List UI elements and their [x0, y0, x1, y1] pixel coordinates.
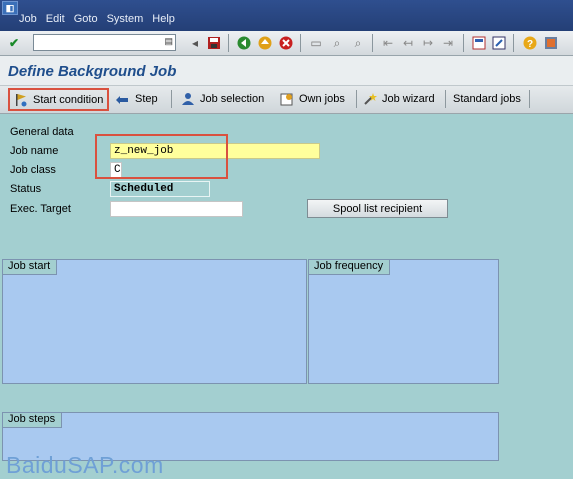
start-condition-label: Start condition [33, 93, 104, 106]
history-icon[interactable]: ▤ [164, 36, 173, 47]
toolbar-separator [372, 34, 373, 52]
menu-help[interactable]: Help [152, 13, 175, 25]
job-selection-label: Job selection [200, 93, 265, 105]
print-icon[interactable]: ▭ [308, 35, 324, 51]
layout-icon[interactable] [543, 35, 559, 51]
toolbar-separator [463, 34, 464, 52]
job-frequency-group: Job frequency [308, 259, 499, 384]
job-class-label: Job class [10, 164, 56, 176]
toolbar-separator [513, 34, 514, 52]
standard-toolbar: ✔ ▤ ◂ ▭ ⌕ ⌕ ⇤ ↤ ↦ ⇥ ? [0, 31, 573, 56]
shortcut-icon[interactable] [491, 35, 507, 51]
first-page-icon[interactable]: ⇤ [380, 35, 396, 51]
prev-page-icon[interactable]: ↤ [400, 35, 416, 51]
annotation-highlight [95, 134, 228, 179]
standard-jobs-button[interactable]: Standard jobs [450, 89, 524, 109]
job-name-label: Job name [10, 145, 59, 157]
status-label: Status [10, 183, 42, 195]
next-page-icon[interactable]: ↦ [420, 35, 436, 51]
wizard-wand-icon [362, 91, 378, 107]
find-icon[interactable]: ⌕ [329, 35, 345, 51]
standard-jobs-label: Standard jobs [453, 93, 521, 105]
command-input[interactable] [34, 35, 164, 50]
toolbar-separator [171, 90, 172, 108]
job-wizard-label: Job wizard [382, 93, 435, 105]
status-value: Scheduled [110, 181, 210, 197]
job-start-group: Job start [2, 259, 307, 384]
exec-target-label: Exec. Target [10, 203, 71, 215]
save-icon[interactable] [206, 35, 222, 51]
menu-goto[interactable]: Goto [74, 13, 98, 25]
collapse-icon[interactable]: ◂ [187, 35, 203, 51]
new-session-icon[interactable] [471, 35, 487, 51]
enter-icon[interactable]: ✔ [6, 35, 22, 51]
job-start-title: Job start [3, 260, 58, 275]
toolbar-separator [300, 34, 301, 52]
menu-edit[interactable]: Edit [46, 13, 65, 25]
toolbar-separator [445, 90, 446, 108]
menu-job[interactable]: Job [19, 13, 37, 25]
person-icon [180, 91, 196, 107]
watermark-text: BaiduSAP.com [6, 452, 164, 478]
toolbar-separator [356, 90, 357, 108]
start-flag-icon [13, 92, 29, 108]
menu-items: Job Edit Goto System Help [14, 13, 179, 25]
application-toolbar: Start condition Step Job selection Own j… [0, 86, 573, 114]
exit-icon[interactable] [257, 35, 273, 51]
command-field[interactable]: ▤ [33, 34, 176, 51]
general-data-heading: General data [10, 126, 74, 138]
title-bar: Define Background Job [0, 56, 573, 86]
cancel-icon[interactable] [278, 35, 294, 51]
job-selection-button[interactable]: Job selection [177, 89, 267, 109]
toolbar-separator [228, 34, 229, 52]
svg-text:?: ? [527, 39, 533, 50]
step-icon [115, 91, 131, 107]
spool-list-recipient-button[interactable]: Spool list recipient [307, 199, 448, 218]
exec-target-input[interactable] [110, 201, 243, 217]
menu-bar: ◧ Job Edit Goto System Help [0, 0, 573, 31]
job-wizard-button[interactable]: Job wizard [359, 89, 438, 109]
job-steps-title: Job steps [3, 413, 63, 428]
start-condition-button[interactable]: Start condition [8, 88, 109, 111]
toolbar-separator [529, 90, 530, 108]
help-icon[interactable]: ? [522, 35, 538, 51]
page-title: Define Background Job [8, 63, 177, 80]
own-jobs-button[interactable]: Own jobs [276, 89, 348, 109]
own-jobs-label: Own jobs [299, 93, 345, 105]
menu-system[interactable]: System [107, 13, 144, 25]
step-button[interactable]: Step [112, 89, 161, 109]
step-label: Step [135, 93, 158, 105]
own-jobs-icon [279, 91, 295, 107]
last-page-icon[interactable]: ⇥ [440, 35, 456, 51]
find-next-icon[interactable]: ⌕ [350, 35, 366, 51]
job-frequency-title: Job frequency [309, 260, 391, 275]
back-icon[interactable] [236, 35, 252, 51]
